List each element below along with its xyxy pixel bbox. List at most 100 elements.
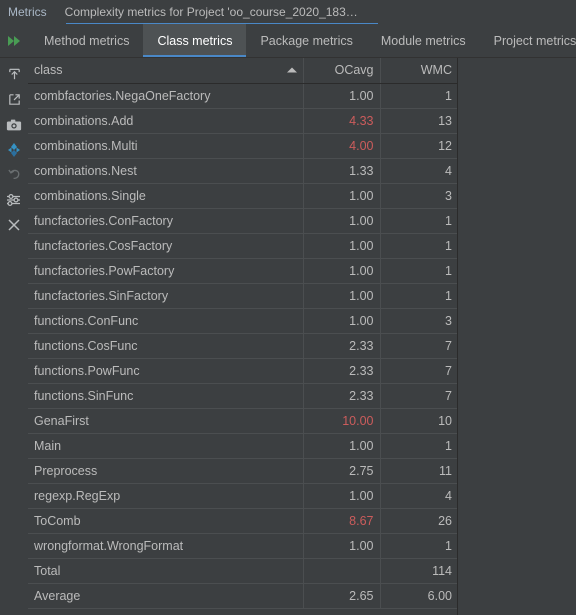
cell-ocavg: 1.00 bbox=[303, 483, 381, 509]
cell-ocavg: 1.00 bbox=[303, 233, 381, 259]
cell-ocavg: 1.00 bbox=[303, 533, 381, 559]
tab-package-metrics[interactable]: Package metrics bbox=[246, 24, 366, 57]
table-row[interactable]: combinations.Nest 1.33 4 bbox=[28, 158, 457, 184]
column-header-label: class bbox=[34, 63, 63, 78]
cell-ocavg: 1.00 bbox=[303, 308, 381, 334]
table-body: combfactories.NegaOneFactory 1.00 1 combina… bbox=[28, 83, 457, 609]
cell-class: GenaFirst bbox=[28, 408, 304, 434]
cell-class: combinations.Multi bbox=[28, 133, 304, 159]
table-row[interactable]: combinations.Single 1.00 3 bbox=[28, 183, 457, 209]
tool-window-header: Metrics Complexity metrics for Project '… bbox=[0, 0, 576, 24]
cell-class: Main bbox=[28, 433, 304, 459]
fast-forward-icon[interactable] bbox=[0, 24, 30, 57]
cell-wmc: 114 bbox=[380, 558, 457, 584]
open-external-icon[interactable] bbox=[2, 87, 26, 112]
cell-wmc: 1 bbox=[380, 433, 457, 459]
camera-snapshot-icon[interactable] bbox=[2, 112, 26, 137]
cell-ocavg: 1.00 bbox=[303, 283, 381, 309]
cell-ocavg: 4.33 bbox=[303, 108, 381, 134]
table-header-row: class OCavg WMC bbox=[28, 58, 457, 84]
cell-class: funcfactories.ConFactory bbox=[28, 208, 304, 234]
cell-wmc: 1 bbox=[380, 533, 457, 559]
diff-compare-icon[interactable] bbox=[2, 137, 26, 162]
cell-wmc: 4 bbox=[380, 483, 457, 509]
cell-wmc: 3 bbox=[380, 183, 457, 209]
cell-class: Total bbox=[28, 558, 304, 584]
column-header-label: WMC bbox=[420, 63, 452, 78]
cell-class: functions.SinFunc bbox=[28, 383, 304, 409]
table-row[interactable]: funcfactories.CosFactory 1.00 1 bbox=[28, 233, 457, 259]
table-row[interactable]: Preprocess 2.75 11 bbox=[28, 458, 457, 484]
column-header-class[interactable]: class bbox=[28, 58, 304, 84]
column-header-ocavg[interactable]: OCavg bbox=[303, 58, 381, 84]
table-row[interactable]: Total 114 bbox=[28, 558, 457, 584]
cell-class: functions.CosFunc bbox=[28, 333, 304, 359]
cell-class: ToComb bbox=[28, 508, 304, 534]
table-row[interactable]: regexp.RegExp 1.00 4 bbox=[28, 483, 457, 509]
class-metrics-table: class OCavg WMC combfactories.NegaOneFac… bbox=[28, 58, 457, 609]
cell-ocavg: 2.33 bbox=[303, 333, 381, 359]
tab-method-metrics[interactable]: Method metrics bbox=[30, 24, 143, 57]
tool-window-label: Metrics bbox=[8, 5, 47, 19]
cell-ocavg: 1.00 bbox=[303, 183, 381, 209]
cell-ocavg: 1.00 bbox=[303, 433, 381, 459]
table-row[interactable]: functions.ConFunc 1.00 3 bbox=[28, 308, 457, 334]
cell-ocavg: 1.00 bbox=[303, 208, 381, 234]
cell-wmc: 12 bbox=[380, 133, 457, 159]
table-row[interactable]: functions.CosFunc 2.33 7 bbox=[28, 333, 457, 359]
cell-class: functions.PowFunc bbox=[28, 358, 304, 384]
table-row[interactable]: functions.PowFunc 2.33 7 bbox=[28, 358, 457, 384]
tab-label: Project metrics bbox=[493, 33, 576, 48]
table-row[interactable]: GenaFirst 10.00 10 bbox=[28, 408, 457, 434]
cell-ocavg: 8.67 bbox=[303, 508, 381, 534]
table-row[interactable]: funcfactories.ConFactory 1.00 1 bbox=[28, 208, 457, 234]
cell-wmc: 7 bbox=[380, 358, 457, 384]
cell-ocavg: 1.00 bbox=[303, 83, 381, 109]
table-row[interactable]: functions.SinFunc 2.33 7 bbox=[28, 383, 457, 409]
cell-wmc: 13 bbox=[380, 108, 457, 134]
table-row[interactable]: funcfactories.SinFactory 1.00 1 bbox=[28, 283, 457, 309]
table-row[interactable]: combinations.Add 4.33 13 bbox=[28, 108, 457, 134]
tab-class-metrics[interactable]: Class metrics bbox=[143, 24, 247, 57]
cell-wmc: 1 bbox=[380, 283, 457, 309]
cell-ocavg bbox=[303, 558, 381, 584]
table-row[interactable]: combfactories.NegaOneFactory 1.00 1 bbox=[28, 83, 457, 109]
class-metrics-table-container[interactable]: class OCavg WMC combfactories.NegaOneFac… bbox=[28, 58, 458, 615]
cell-wmc: 6.00 bbox=[380, 583, 457, 609]
cell-class: regexp.RegExp bbox=[28, 483, 304, 509]
cell-wmc: 1 bbox=[380, 208, 457, 234]
table-row[interactable]: Average 2.65 6.00 bbox=[28, 583, 457, 609]
cell-wmc: 26 bbox=[380, 508, 457, 534]
metrics-tab-bar: Method metrics Class metrics Package met… bbox=[0, 24, 576, 58]
cell-wmc: 3 bbox=[380, 308, 457, 334]
cell-ocavg: 10.00 bbox=[303, 408, 381, 434]
cell-ocavg: 1.33 bbox=[303, 158, 381, 184]
cell-ocavg: 4.00 bbox=[303, 133, 381, 159]
cell-class: funcfactories.CosFactory bbox=[28, 233, 304, 259]
undo-revert-icon[interactable] bbox=[2, 162, 26, 187]
cell-class: funcfactories.PowFactory bbox=[28, 258, 304, 284]
tab-label: Method metrics bbox=[44, 33, 130, 48]
tab-module-metrics[interactable]: Module metrics bbox=[367, 24, 480, 57]
table-row[interactable]: funcfactories.PowFactory 1.00 1 bbox=[28, 258, 457, 284]
cell-ocavg: 2.75 bbox=[303, 458, 381, 484]
table-row[interactable]: combinations.Multi 4.00 12 bbox=[28, 133, 457, 159]
table-row[interactable]: ToComb 8.67 26 bbox=[28, 508, 457, 534]
tab-project-metrics[interactable]: Project metrics bbox=[480, 24, 576, 57]
table-row[interactable]: Main 1.00 1 bbox=[28, 433, 457, 459]
close-icon[interactable] bbox=[2, 212, 26, 237]
cell-class: functions.ConFunc bbox=[28, 308, 304, 334]
cell-wmc: 1 bbox=[380, 83, 457, 109]
cell-class: combinations.Nest bbox=[28, 158, 304, 184]
cell-ocavg: 2.33 bbox=[303, 358, 381, 384]
settings-sliders-icon[interactable] bbox=[2, 187, 26, 212]
export-up-icon[interactable] bbox=[2, 62, 26, 87]
cell-wmc: 4 bbox=[380, 158, 457, 184]
table-row[interactable]: wrongformat.WrongFormat 1.00 1 bbox=[28, 533, 457, 559]
metrics-side-toolbar bbox=[0, 58, 28, 615]
cell-class: combfactories.NegaOneFactory bbox=[28, 83, 304, 109]
cell-ocavg: 1.00 bbox=[303, 258, 381, 284]
column-header-wmc[interactable]: WMC bbox=[380, 58, 457, 84]
cell-wmc: 11 bbox=[380, 458, 457, 484]
tab-label: Package metrics bbox=[260, 33, 353, 48]
